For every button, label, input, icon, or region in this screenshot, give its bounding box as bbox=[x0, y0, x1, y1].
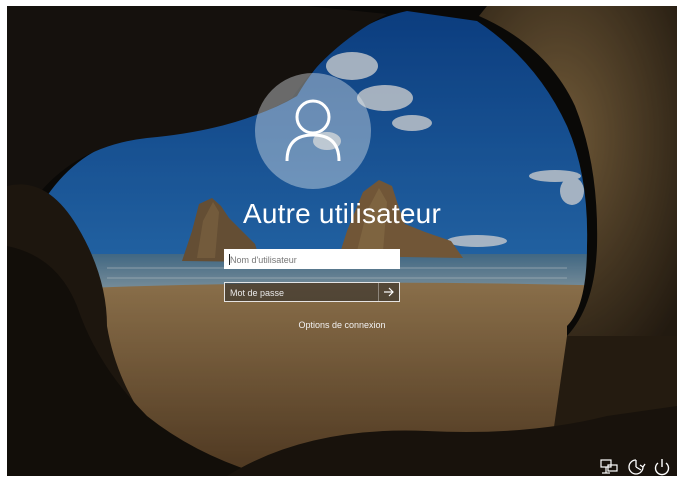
user-avatar bbox=[255, 73, 371, 189]
power-icon bbox=[654, 459, 670, 476]
arrow-right-icon bbox=[384, 287, 394, 297]
lock-screen: Autre utilisateur Options de connexion bbox=[7, 6, 677, 476]
text-caret bbox=[229, 254, 230, 265]
network-button[interactable] bbox=[599, 458, 619, 476]
password-field[interactable] bbox=[224, 282, 400, 302]
accessibility-icon bbox=[628, 459, 646, 475]
password-input[interactable] bbox=[225, 284, 377, 302]
submit-button[interactable] bbox=[378, 283, 399, 301]
network-icon bbox=[600, 459, 618, 474]
user-icon bbox=[285, 99, 341, 162]
username-input[interactable] bbox=[225, 251, 399, 269]
accessibility-button[interactable] bbox=[626, 458, 646, 476]
username-field[interactable] bbox=[224, 249, 400, 269]
username-display: Autre utilisateur bbox=[243, 198, 441, 229]
sign-in-options-link[interactable]: Options de connexion bbox=[7, 320, 677, 330]
power-button[interactable] bbox=[652, 458, 672, 476]
